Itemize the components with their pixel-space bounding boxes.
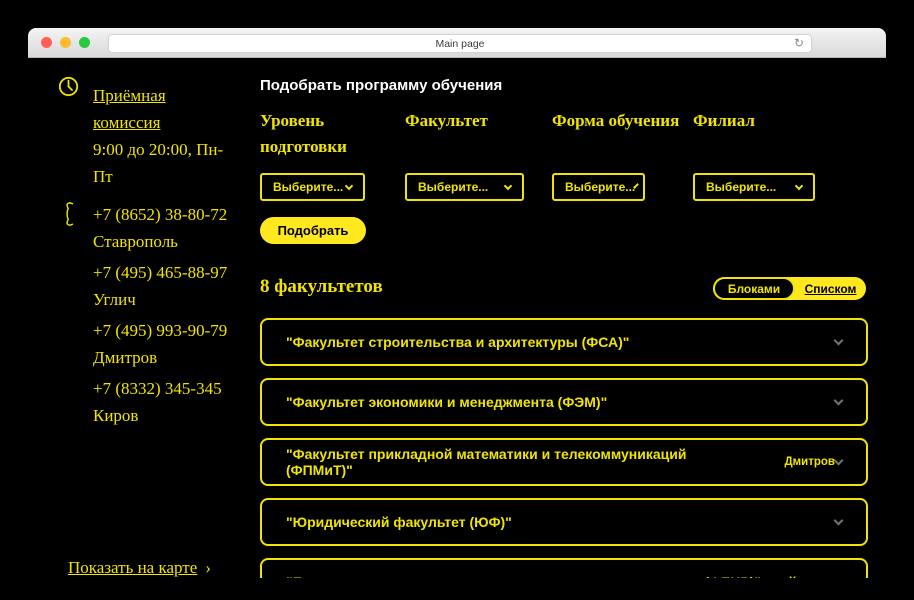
filter-label: Форма обучения xyxy=(552,108,694,134)
faculty-title: "Факультет экономики и менеджмента (ФЭМ)… xyxy=(286,394,607,410)
clock-icon xyxy=(58,76,79,102)
phone-city: Дмитров xyxy=(93,344,229,371)
reception-committee-link[interactable]: Приёмная комиссия xyxy=(93,86,166,132)
view-toggle: Блоками Списком xyxy=(713,277,866,300)
contacts-sidebar: Приёмная комиссия 9:00 до 20:00, Пн-Пт +… xyxy=(28,58,238,578)
select-value: Выберите... xyxy=(418,180,488,194)
phone-number[interactable]: +7 (495) 993-90-79 xyxy=(93,317,229,344)
chevron-down-icon[interactable] xyxy=(834,575,844,578)
faculty-row-uf[interactable]: "Юридический факультет (ЮФ)" xyxy=(260,498,868,546)
window-controls xyxy=(41,37,90,48)
filter-study-form: Форма обучения Выберите... xyxy=(552,108,694,203)
phone-number[interactable]: +7 (495) 465-88-97 xyxy=(93,259,229,286)
chevron-down-icon xyxy=(504,181,512,189)
faculty-row-fem[interactable]: "Факультет экономики и менеджмента (ФЭМ)… xyxy=(260,378,868,426)
filter-faculty: Факультет Выберите... xyxy=(405,108,547,203)
phone-city: Киров xyxy=(93,402,229,429)
minimize-button[interactable] xyxy=(60,37,71,48)
view-blocks-button[interactable]: Блоками xyxy=(713,277,795,300)
view-list-button[interactable]: Списком xyxy=(795,277,866,300)
zoom-button[interactable] xyxy=(79,37,90,48)
faculty-title: "Факультет прикладной математики и телек… xyxy=(286,446,756,478)
faculty-title: "Юридический факультет (ЮФ)" xyxy=(286,514,512,530)
page-content: Приёмная комиссия 9:00 до 20:00, Пн-Пт +… xyxy=(28,58,886,578)
filter-branch: Филиал Выберите... xyxy=(693,108,835,203)
branch-select[interactable]: Выберите... xyxy=(693,173,815,201)
select-value: Выберите... xyxy=(273,180,343,194)
phone-city: Углич xyxy=(93,286,229,313)
browser-titlebar: Main page ↻ xyxy=(28,28,886,58)
address-bar[interactable]: Main page ↻ xyxy=(108,34,812,53)
phone-entry: +7 (8652) 38-80-72 Ставрополь xyxy=(93,201,229,255)
chevron-down-icon xyxy=(795,181,803,189)
faculty-select[interactable]: Выберите... xyxy=(405,173,524,201)
filter-label: Филиал xyxy=(693,108,835,134)
phone-city: Ставрополь xyxy=(93,228,229,255)
phone-entry: +7 (495) 993-90-79 Дмитров xyxy=(93,317,229,371)
program-finder-title: Подобрать программу обучения xyxy=(260,77,502,94)
chevron-down-icon[interactable] xyxy=(834,335,844,345)
refresh-icon[interactable]: ↻ xyxy=(794,36,804,50)
browser-window: Main page ↻ Приёмная комиссия 9:00 до 20… xyxy=(28,28,886,578)
faculties-count-title: 8 факультетов xyxy=(260,276,383,298)
filter-label: Факультет xyxy=(405,108,547,134)
phone-entry: +7 (495) 465-88-97 Углич xyxy=(93,259,229,313)
show-on-map-label: Показать на карте xyxy=(68,558,197,577)
faculty-city: Киров xyxy=(789,576,824,578)
faculty-title: "Естественные науки, нанотехнологии и ра… xyxy=(286,574,761,578)
filter-level: Уровень подготовки Выберите... xyxy=(260,108,402,203)
study-form-select[interactable]: Выберите... xyxy=(552,173,645,201)
chevron-down-icon[interactable] xyxy=(834,455,844,465)
chevron-down-icon[interactable] xyxy=(834,515,844,525)
faculty-row-fpmit[interactable]: "Факультет прикладной математики и телек… xyxy=(260,438,868,486)
phone-number[interactable]: +7 (8652) 38-80-72 xyxy=(93,201,229,228)
select-value: Выберите... xyxy=(706,180,776,194)
select-value: Выберите... xyxy=(565,180,635,194)
faculty-title: "Факультет строительства и архитектуры (… xyxy=(286,334,629,350)
phone-entry: +7 (8332) 345-345 Киров xyxy=(93,375,229,429)
reception-schedule: 9:00 до 20:00, Пн-Пт xyxy=(93,136,225,190)
chevron-down-icon xyxy=(345,181,353,189)
filter-label: Уровень подготовки xyxy=(260,108,402,160)
phone-icon xyxy=(61,200,78,233)
find-program-button[interactable]: Подобрать xyxy=(260,217,366,244)
page-title: Main page xyxy=(435,38,484,50)
level-select[interactable]: Выберите... xyxy=(260,173,365,201)
faculty-list: "Факультет строительства и архитектуры (… xyxy=(260,318,868,578)
chevron-right-icon: › xyxy=(205,558,211,577)
chevron-down-icon[interactable] xyxy=(834,395,844,405)
faculty-row-fenr[interactable]: "Естественные науки, нанотехнологии и ра… xyxy=(260,558,868,578)
faculty-row-fsa[interactable]: "Факультет строительства и архитектуры (… xyxy=(260,318,868,366)
phone-number[interactable]: +7 (8332) 345-345 xyxy=(93,375,229,402)
phone-list: +7 (8652) 38-80-72 Ставрополь +7 (495) 4… xyxy=(93,201,229,433)
close-button[interactable] xyxy=(41,37,52,48)
show-on-map-link[interactable]: Показать на карте › xyxy=(68,558,211,578)
reception-hours-block: Приёмная комиссия 9:00 до 20:00, Пн-Пт xyxy=(93,82,225,190)
faculty-city: Дмитров xyxy=(784,456,835,468)
